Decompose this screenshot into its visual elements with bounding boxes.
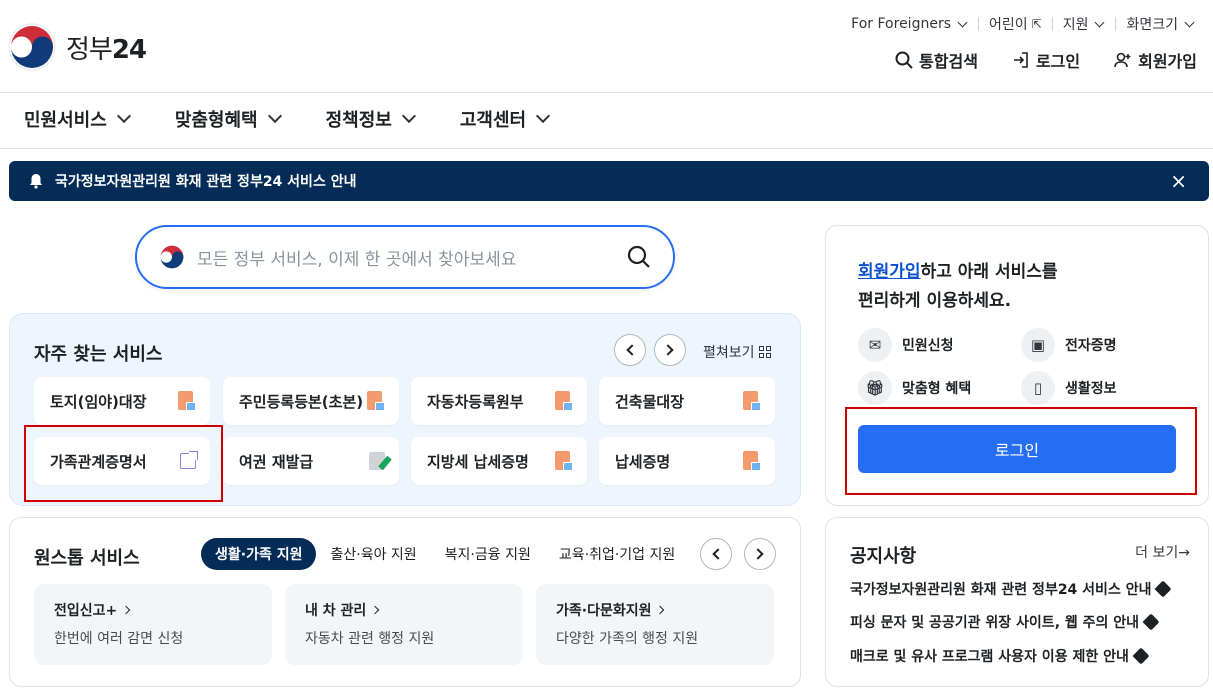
screen-size-link[interactable]: 화면크기: [1116, 14, 1205, 34]
onestop-card[interactable]: 가족·다문화지원 다양한 가족의 행정 지원: [536, 584, 774, 665]
chevron-right-icon: [656, 605, 665, 615]
integrated-search-button[interactable]: 통합검색: [895, 48, 978, 72]
pin-icon: [1142, 613, 1160, 631]
id-card-icon: ▣: [1021, 328, 1055, 362]
join-link[interactable]: 회원가입: [1114, 48, 1197, 72]
service-card[interactable]: 주민등록등본(초본): [223, 377, 399, 425]
tab-welfare-finance[interactable]: 복지·금융 지원: [431, 538, 545, 570]
service-benefits[interactable]: 🎁︎ 맞춤형 혜택: [858, 371, 971, 405]
prev-button[interactable]: [614, 334, 646, 366]
search-input[interactable]: 모든 정부 서비스, 이제 한 곳에서 찾아보세요: [197, 245, 627, 270]
document-icon: [367, 391, 385, 411]
highlight-box: [24, 425, 223, 502]
onestop-tabs: 생활·가족 지원 출산·육아 지원 복지·금융 지원 교육·취업·기업 지원: [201, 538, 689, 570]
document-icon: [178, 391, 196, 411]
expand-button[interactable]: 펼쳐보기: [703, 342, 771, 362]
service-card[interactable]: 납세증명: [599, 437, 775, 485]
notice-item[interactable]: 매크로 및 유사 프로그램 사용자 이용 제한 안내: [850, 646, 1150, 666]
service-card[interactable]: 토지(임야)대장: [34, 377, 210, 425]
login-link[interactable]: 로그인: [1012, 48, 1080, 72]
search-bar[interactable]: 모든 정부 서비스, 이제 한 곳에서 찾아보세요: [135, 225, 675, 289]
nav-policy-info[interactable]: 정책정보: [326, 106, 416, 132]
chevron-down-icon: [267, 108, 282, 124]
section-title: 공지사항: [850, 546, 917, 567]
prev-button[interactable]: [700, 538, 732, 570]
more-link[interactable]: 더 보기→: [1135, 542, 1190, 562]
chevron-down-icon: [536, 108, 551, 124]
document-icon: [555, 451, 573, 471]
external-link-icon: ⇱: [1031, 17, 1042, 31]
service-e-cert[interactable]: ▣ 전자증명: [1021, 328, 1117, 362]
section-title: 원스톱 서비스: [34, 548, 140, 569]
nav-custom-benefits[interactable]: 맞춤형혜택: [175, 106, 282, 132]
service-card[interactable]: 지방세 납세증명: [411, 437, 587, 485]
chevron-down-icon: [1095, 17, 1105, 27]
main-nav: 민원서비스 맞춤형혜택 정책정보 고객센터: [24, 106, 594, 132]
pin-icon: [1132, 647, 1150, 665]
login-panel: 회원가입하고 아래 서비스를 편리하게 이용하세요. ✉ 민원신청 ▣ 전자증명 🎁…: [825, 225, 1209, 506]
chevron-right-icon: [122, 605, 131, 615]
chevron-down-icon: [1184, 17, 1195, 27]
notice-item[interactable]: 피싱 문자 및 공공기관 위장 사이트, 웹 주의 안내: [850, 612, 1160, 632]
logo-text: 정부24: [66, 34, 147, 65]
nav-customer-center[interactable]: 고객센터: [460, 106, 551, 132]
service-card[interactable]: 자동차등록원부: [411, 377, 587, 425]
join-link[interactable]: 회원가입: [858, 262, 921, 282]
chevron-left-icon: [626, 344, 638, 356]
onestop-card[interactable]: 전입신고+ 한번에 여러 감면 신청: [34, 584, 272, 665]
banner-text: 국가정보자원관리원 화재 관련 정부24 서비스 안내: [55, 174, 357, 190]
header-tools: 통합검색 로그인 회원가입: [895, 48, 1197, 72]
nav-civil-services[interactable]: 민원서비스: [24, 106, 131, 132]
bookmark-icon: ▯: [1021, 371, 1055, 405]
service-life-info[interactable]: ▯ 생활정보: [1021, 371, 1117, 405]
chevron-down-icon: [116, 108, 131, 124]
tab-birth-childcare[interactable]: 출산·육아 지원: [316, 538, 430, 570]
chevron-right-icon: [662, 344, 674, 356]
utility-links: For Foreigners 어린이 ⇱ 지원 화면크기: [841, 14, 1205, 34]
document-icon: [743, 451, 761, 471]
onestop-services: 원스톱 서비스 생활·가족 지원 출산·육아 지원 복지·금융 지원 교육·취업…: [9, 517, 801, 687]
next-button[interactable]: [744, 538, 776, 570]
edit-document-icon: [369, 452, 385, 470]
chevron-down-icon: [401, 108, 416, 124]
section-title: 자주 찾는 서비스: [34, 344, 163, 365]
support-link[interactable]: 지원: [1053, 14, 1116, 34]
tab-life-family[interactable]: 생활·가족 지원: [201, 538, 317, 570]
login-message: 회원가입하고 아래 서비스를 편리하게 이용하세요.: [858, 262, 1058, 311]
alert-banner[interactable]: 국가정보자원관리원 화재 관련 정부24 서비스 안내 ×: [9, 161, 1209, 201]
grid-icon: [758, 346, 771, 358]
close-icon[interactable]: ×: [1170, 171, 1187, 191]
kids-link[interactable]: 어린이 ⇱: [979, 14, 1052, 34]
site-logo[interactable]: 정부24: [8, 23, 158, 71]
service-card[interactable]: 건축물대장: [599, 377, 775, 425]
taeguk-icon: [160, 245, 184, 269]
tab-education-jobs[interactable]: 교육·취업·기업 지원: [545, 538, 689, 570]
chevron-right-icon: [371, 605, 380, 615]
taeguk-logo-icon: [8, 23, 56, 71]
notice-item[interactable]: 국가정보자원관리원 화재 관련 정부24 서비스 안내: [850, 579, 1172, 599]
service-card[interactable]: 여권 재발급: [223, 437, 399, 485]
user-add-icon: [1114, 52, 1131, 68]
highlight-box: [845, 407, 1197, 495]
for-foreigners-link[interactable]: For Foreigners: [841, 16, 978, 32]
chevron-right-icon: [752, 548, 764, 560]
search-icon[interactable]: [627, 245, 651, 269]
chevron-left-icon: [712, 548, 724, 560]
chevron-down-icon: [957, 17, 968, 27]
next-button[interactable]: [654, 334, 686, 366]
bell-icon: [30, 174, 42, 189]
service-civil-apply[interactable]: ✉ 민원신청: [858, 328, 954, 362]
login-icon: [1013, 52, 1028, 68]
onestop-card[interactable]: 내 차 관리 자동차 관련 행정 지원: [285, 584, 523, 665]
gift-icon: 🎁︎: [858, 371, 892, 405]
notice-panel: 공지사항 더 보기→ 국가정보자원관리원 화재 관련 정부24 서비스 안내 피…: [825, 517, 1209, 687]
search-icon: [895, 51, 913, 69]
document-icon: [555, 391, 573, 411]
pin-icon: [1154, 580, 1172, 598]
mail-icon: ✉: [858, 328, 892, 362]
document-icon: [743, 391, 761, 411]
frequent-services: 자주 찾는 서비스 펼쳐보기 토지(임야)대장 주민등록등본(초본) 자동차등록…: [9, 313, 801, 506]
